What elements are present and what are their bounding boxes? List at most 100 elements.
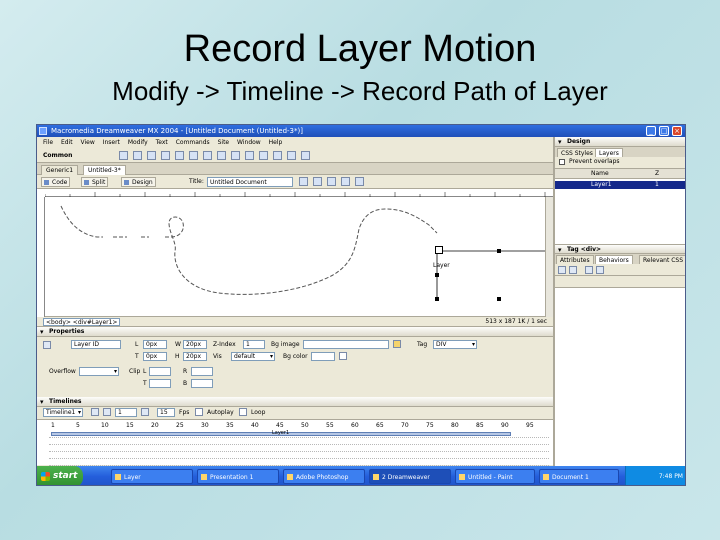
design-canvas[interactable]: Layer xyxy=(37,189,553,317)
visual-aids-icon[interactable] xyxy=(355,177,364,186)
image-icon[interactable] xyxy=(189,151,198,160)
taskbar-item[interactable]: Document 1 xyxy=(539,469,619,484)
timeline-channel[interactable] xyxy=(49,445,549,452)
table-icon[interactable] xyxy=(161,151,170,160)
prevent-overlaps-checkbox[interactable] xyxy=(559,159,565,165)
menu-commands[interactable]: Commands xyxy=(176,139,210,146)
comment-icon[interactable] xyxy=(231,151,240,160)
menu-help[interactable]: Help xyxy=(269,139,283,146)
clip-b-input[interactable] xyxy=(191,379,213,388)
timeline-channel[interactable] xyxy=(49,452,549,459)
script-icon[interactable] xyxy=(301,151,310,160)
clip-r-input[interactable] xyxy=(191,367,213,376)
taskbar-item[interactable]: Untitled - Paint xyxy=(455,469,535,484)
timeline-channel[interactable] xyxy=(49,438,549,445)
menu-window[interactable]: Window xyxy=(237,139,261,146)
template-icon[interactable] xyxy=(245,151,254,160)
autoplay-checkbox[interactable] xyxy=(195,408,203,416)
design-panel-header[interactable]: Design xyxy=(555,137,685,147)
l-input[interactable]: 0px xyxy=(143,340,167,349)
prevent-overlaps-row[interactable]: Prevent overlaps xyxy=(555,157,685,167)
remove-behavior-icon[interactable] xyxy=(596,266,604,274)
tab-layers[interactable]: Layers xyxy=(595,148,623,157)
hyperlink-icon[interactable] xyxy=(119,151,128,160)
date-icon[interactable] xyxy=(217,151,226,160)
layer-animation-bar[interactable]: Layer1 xyxy=(51,430,511,436)
taskbar-item[interactable]: Layer xyxy=(111,469,193,484)
start-button[interactable]: start xyxy=(37,466,83,485)
w-input[interactable]: 20px xyxy=(183,340,207,349)
fps-input[interactable]: 15 xyxy=(157,408,175,417)
layer-box[interactable] xyxy=(435,246,443,254)
named-anchor-icon[interactable] xyxy=(147,151,156,160)
resize-handle-top-right[interactable] xyxy=(497,249,501,253)
file-management-icon[interactable] xyxy=(299,177,308,186)
tab-behaviors[interactable]: Behaviors xyxy=(595,255,633,264)
tag-select[interactable]: DIV xyxy=(433,340,477,349)
timeline-select[interactable]: Timeline1 xyxy=(43,408,83,417)
menu-site[interactable]: Site xyxy=(218,139,230,146)
taskbar-item[interactable]: Adobe Photoshop xyxy=(283,469,365,484)
menu-view[interactable]: View xyxy=(81,139,95,146)
play-icon[interactable] xyxy=(141,408,149,416)
folder-icon[interactable] xyxy=(393,340,401,348)
color-picker-icon[interactable] xyxy=(339,352,347,360)
loop-checkbox[interactable] xyxy=(239,408,247,416)
t-input[interactable]: 0px xyxy=(143,352,167,361)
menu-insert[interactable]: Insert xyxy=(103,139,120,146)
draw-layer-icon[interactable] xyxy=(175,151,184,160)
overflow-select[interactable] xyxy=(79,367,119,376)
tag-chooser-icon[interactable] xyxy=(259,151,268,160)
back-icon[interactable] xyxy=(103,408,111,416)
code-view-button[interactable]: Code xyxy=(41,177,71,187)
design-scrollbar[interactable] xyxy=(545,197,553,317)
rewind-icon[interactable] xyxy=(91,408,99,416)
taskbar-item[interactable]: Presentation 1 xyxy=(197,469,279,484)
menu-text[interactable]: Text xyxy=(156,139,168,146)
timeline-channel[interactable]: Layer1 xyxy=(49,430,549,438)
resize-handle-left-middle[interactable] xyxy=(435,273,439,277)
timelines-panel-header[interactable]: Timelines xyxy=(37,397,553,407)
clip-l-input[interactable] xyxy=(149,367,171,376)
preview-icon[interactable] xyxy=(313,177,322,186)
taskbar-item[interactable]: 2 Dreamweaver xyxy=(369,469,451,484)
tab-css-styles[interactable]: CSS Styles xyxy=(557,148,597,157)
clip-t-input[interactable] xyxy=(149,379,171,388)
bg-image-input[interactable] xyxy=(303,340,389,349)
vis-select[interactable]: default xyxy=(231,352,275,361)
maximize-button[interactable]: □ xyxy=(659,126,669,136)
z-index-input[interactable]: 1 xyxy=(243,340,265,349)
timeline-channel[interactable] xyxy=(49,459,549,466)
media-icon[interactable] xyxy=(203,151,212,160)
head-icon[interactable] xyxy=(287,151,296,160)
add-behavior-icon[interactable] xyxy=(585,266,593,274)
flash-icon[interactable] xyxy=(273,151,282,160)
tab-attributes[interactable]: Attributes xyxy=(556,255,594,264)
refresh-icon[interactable] xyxy=(327,177,336,186)
view-options-icon[interactable] xyxy=(341,177,350,186)
menu-modify[interactable]: Modify xyxy=(128,139,148,146)
tab-relevant-css[interactable]: Relevant CSS xyxy=(639,255,685,264)
tag-selector[interactable]: <body> <div#Layer1> xyxy=(43,318,121,326)
bg-color-input[interactable] xyxy=(311,352,335,361)
layer-row-layer1[interactable]: Layer1 1 xyxy=(555,181,685,189)
menu-file[interactable]: File xyxy=(43,139,53,146)
resize-handle-bottom-right[interactable] xyxy=(497,297,501,301)
split-view-button[interactable]: Split xyxy=(81,177,109,187)
document-title-input[interactable]: Untitled Document xyxy=(207,177,293,187)
minimize-button[interactable]: _ xyxy=(646,126,656,136)
design-view-button[interactable]: Design xyxy=(121,177,156,187)
h-input[interactable]: 20px xyxy=(183,352,207,361)
clock[interactable]: 7:48 PM xyxy=(659,473,683,480)
tab-generic1[interactable]: Generic1 xyxy=(41,165,79,175)
email-link-icon[interactable] xyxy=(133,151,142,160)
frame-input[interactable]: 1 xyxy=(115,408,137,417)
resize-handle-bottom-left[interactable] xyxy=(435,297,439,301)
properties-panel-header[interactable]: Properties xyxy=(37,327,553,337)
close-button[interactable]: × xyxy=(672,126,682,136)
tag-panel-header[interactable]: Tag <div> xyxy=(555,244,685,255)
timeline-grid[interactable]: 1 5 10 15 20 25 30 35 40 45 50 55 60 65 … xyxy=(37,419,553,466)
show-set-events-icon[interactable] xyxy=(558,266,566,274)
tab-untitled-3[interactable]: Untitled-3* xyxy=(83,165,126,175)
show-all-events-icon[interactable] xyxy=(569,266,577,274)
